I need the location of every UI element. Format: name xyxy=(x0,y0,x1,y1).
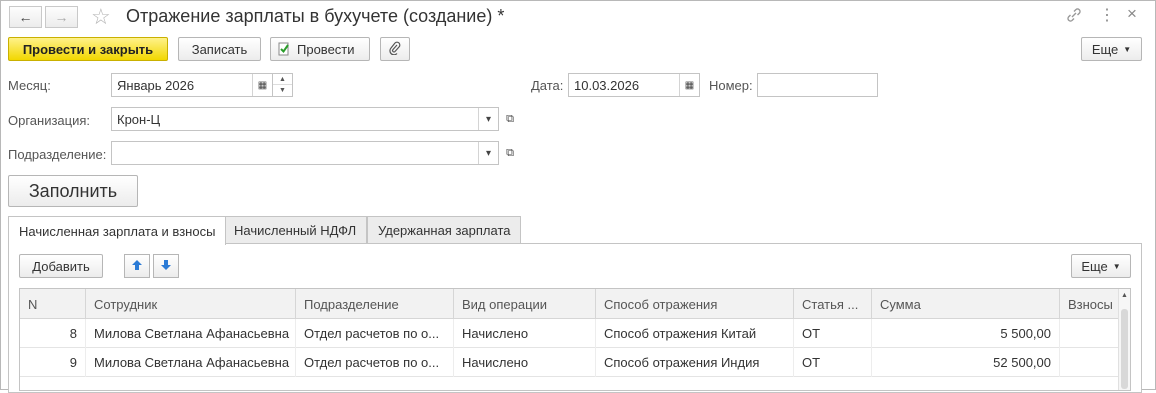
cell-operation: Начислено xyxy=(454,348,596,377)
cell-contributions xyxy=(1060,319,1120,348)
organization-field[interactable]: Крон-Ц ▾ xyxy=(111,107,499,131)
move-up-button[interactable] xyxy=(124,254,150,278)
month-value: Январь 2026 xyxy=(117,77,195,93)
table-row[interactable]: 9 Милова Светлана Афанасьевна Отдел расч… xyxy=(20,348,1120,377)
more-menu-button[interactable]: Еще ▼ xyxy=(1081,37,1142,61)
back-button[interactable]: ← xyxy=(9,6,42,28)
post-button-label: Провести xyxy=(297,41,355,57)
arrow-down-icon xyxy=(160,259,172,274)
scroll-thumb[interactable] xyxy=(1121,309,1128,389)
chevron-down-icon: ▼ xyxy=(1123,44,1132,54)
dropdown-arrow-icon[interactable]: ▾ xyxy=(478,142,498,164)
close-icon[interactable]: × xyxy=(1127,4,1137,24)
stepper-down-icon[interactable]: ▼ xyxy=(273,85,292,96)
paperclip-icon xyxy=(389,41,401,58)
table-more-button[interactable]: Еще ▼ xyxy=(1071,254,1131,278)
column-header-n[interactable]: N xyxy=(20,289,86,319)
link-icon[interactable] xyxy=(1065,6,1083,24)
table-row[interactable]: 8 Милова Светлана Афанасьевна Отдел расч… xyxy=(20,319,1120,348)
organization-label: Организация: xyxy=(8,113,91,128)
favorite-star-icon[interactable]: ☆ xyxy=(91,4,111,30)
cell-operation: Начислено xyxy=(454,319,596,348)
fill-button[interactable]: Заполнить xyxy=(8,175,138,207)
cell-article: ОТ xyxy=(794,348,872,377)
column-header-employee[interactable]: Сотрудник xyxy=(86,289,296,319)
document-window: ← → ☆ Отражение зарплаты в бухучете (соз… xyxy=(0,0,1156,393)
organization-value: Крон-Ц xyxy=(117,111,161,127)
arrow-left-icon: ← xyxy=(18,9,33,25)
calendar-icon[interactable]: ▦ xyxy=(252,74,272,96)
cell-article: ОТ xyxy=(794,319,872,348)
calendar-icon[interactable]: ▦ xyxy=(679,74,699,96)
table-scrollbar[interactable]: ▲ xyxy=(1118,289,1130,390)
attach-button[interactable] xyxy=(380,37,410,61)
open-department-icon[interactable]: ⧉ xyxy=(500,142,520,164)
date-label: Дата: xyxy=(531,78,564,93)
tab-accrued-ndfl[interactable]: Начисленный НДФЛ xyxy=(223,216,368,244)
month-stepper[interactable]: ▲ ▼ xyxy=(273,73,293,97)
cell-department: Отдел расчетов по о... xyxy=(296,348,454,377)
column-header-contributions[interactable]: Взносы xyxy=(1060,289,1120,319)
cell-sum: 5 500,00 xyxy=(872,319,1060,348)
column-header-method[interactable]: Способ отражения xyxy=(596,289,794,319)
tab-withheld-salary[interactable]: Удержанная зарплата xyxy=(367,216,522,244)
cell-department: Отдел расчетов по о... xyxy=(296,319,454,348)
dropdown-arrow-icon[interactable]: ▾ xyxy=(478,108,498,130)
month-field[interactable]: Январь 2026 ▦ xyxy=(111,73,273,97)
stepper-up-icon[interactable]: ▲ xyxy=(273,74,292,85)
tab-accrued-salary[interactable]: Начисленная зарплата и взносы xyxy=(8,216,227,245)
table-more-label: Еще xyxy=(1081,258,1108,274)
number-field[interactable] xyxy=(757,73,878,97)
table-header: N Сотрудник Подразделение Вид операции С… xyxy=(20,289,1130,319)
forward-button[interactable]: → xyxy=(45,6,78,28)
open-organization-icon[interactable]: ⧉ xyxy=(500,108,520,130)
column-header-sum[interactable]: Сумма xyxy=(872,289,1060,319)
date-field[interactable]: 10.03.2026 ▦ xyxy=(568,73,700,97)
more-vertical-icon[interactable]: ⋮ xyxy=(1099,5,1115,25)
number-label: Номер: xyxy=(709,78,753,93)
add-row-button[interactable]: Добавить xyxy=(19,254,103,278)
cell-sum: 52 500,00 xyxy=(872,348,1060,377)
chevron-down-icon: ▼ xyxy=(1112,261,1121,271)
arrow-up-icon xyxy=(131,259,143,274)
arrow-right-icon: → xyxy=(54,9,69,25)
cell-method: Способ отражения Индия xyxy=(596,348,794,377)
accruals-table[interactable]: N Сотрудник Подразделение Вид операции С… xyxy=(19,288,1131,391)
cell-contributions xyxy=(1060,348,1120,377)
post-document-icon xyxy=(277,42,291,56)
cell-n: 9 xyxy=(20,348,86,377)
scroll-up-icon[interactable]: ▲ xyxy=(1119,289,1130,303)
column-header-operation[interactable]: Вид операции xyxy=(454,289,596,319)
cell-n: 8 xyxy=(20,319,86,348)
department-label: Подразделение: xyxy=(8,147,107,162)
column-header-department[interactable]: Подразделение xyxy=(296,289,454,319)
month-label: Месяц: xyxy=(8,78,51,93)
save-button[interactable]: Записать xyxy=(178,37,261,61)
date-value: 10.03.2026 xyxy=(574,77,640,93)
cell-method: Способ отражения Китай xyxy=(596,319,794,348)
window-title: Отражение зарплаты в бухучете (создание)… xyxy=(126,6,505,26)
cell-employee: Милова Светлана Афанасьевна xyxy=(86,348,296,377)
cell-employee: Милова Светлана Афанасьевна xyxy=(86,319,296,348)
column-header-article[interactable]: Статья ... xyxy=(794,289,872,319)
move-down-button[interactable] xyxy=(153,254,179,278)
more-menu-label: Еще xyxy=(1091,41,1119,57)
post-and-close-button[interactable]: Провести и закрыть xyxy=(8,37,168,61)
post-button[interactable]: Провести xyxy=(270,37,370,61)
department-field[interactable]: ▾ xyxy=(111,141,499,165)
